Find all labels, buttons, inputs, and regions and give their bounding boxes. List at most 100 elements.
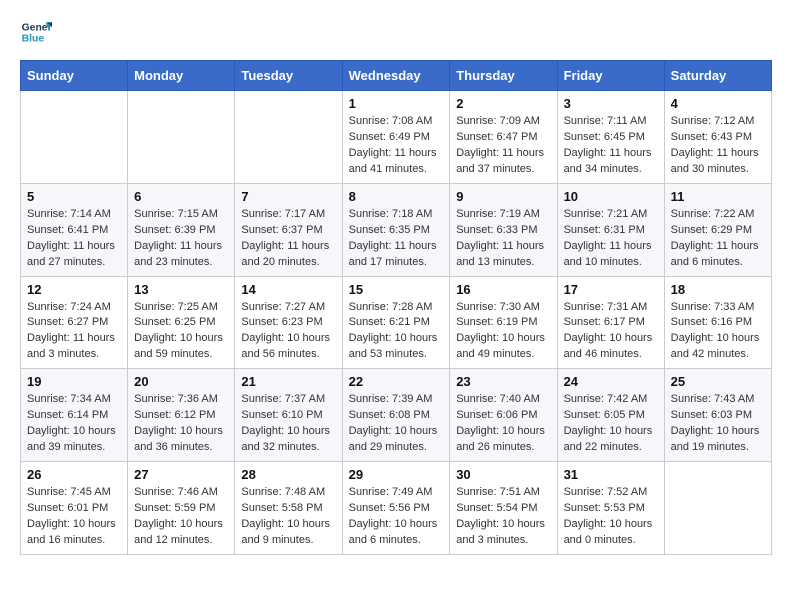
calendar-cell: 16 Sunrise: 7:30 AMSunset: 6:19 PMDayligh…	[450, 276, 557, 369]
logo: General Blue	[20, 16, 52, 48]
calendar-cell	[235, 91, 342, 184]
page-header: General Blue	[20, 16, 772, 48]
day-number: 31	[564, 467, 658, 482]
day-info: Sunrise: 7:48 AMSunset: 5:58 PMDaylight:…	[241, 485, 335, 549]
day-info: Sunrise: 7:51 AMSunset: 5:54 PMDaylight:…	[456, 485, 550, 549]
day-number: 8	[349, 189, 444, 204]
day-number: 15	[349, 282, 444, 297]
day-info: Sunrise: 7:31 AMSunset: 6:17 PMDaylight:…	[564, 300, 658, 364]
calendar-header-row: SundayMondayTuesdayWednesdayThursdayFrid…	[21, 61, 772, 91]
calendar-week-5: 26Sunrise: 7:45 AMSunset: 6:01 PMDayligh…	[21, 462, 772, 555]
day-number: 27	[134, 467, 228, 482]
logo-icon: General Blue	[20, 16, 52, 48]
day-info: Sunrise: 7:22 AMSunset: 6:29 PMDaylight:…	[671, 207, 765, 271]
calendar-cell: 30 Sunrise: 7:51 AMSunset: 5:54 PMDayligh…	[450, 462, 557, 555]
calendar-week-1: 1Sunrise: 7:08 AMSunset: 6:49 PMDaylight…	[21, 91, 772, 184]
calendar-cell: 13 Sunrise: 7:25 AMSunset: 6:25 PMDayligh…	[128, 276, 235, 369]
weekday-header-saturday: Saturday	[664, 61, 771, 91]
day-info: Sunrise: 7:24 AMSunset: 6:27 PMDaylight:…	[27, 300, 121, 364]
day-info: Sunrise: 7:52 AMSunset: 5:53 PMDaylight:…	[564, 485, 658, 549]
calendar-cell: 17 Sunrise: 7:31 AMSunset: 6:17 PMDayligh…	[557, 276, 664, 369]
day-info: Sunrise: 7:33 AMSunset: 6:16 PMDaylight:…	[671, 300, 765, 364]
day-number: 2	[456, 96, 550, 111]
calendar-cell: 7 Sunrise: 7:17 AMSunset: 6:37 PMDaylight…	[235, 183, 342, 276]
day-number: 22	[349, 374, 444, 389]
calendar-cell: 14Sunrise: 7:27 AMSunset: 6:23 PMDayligh…	[235, 276, 342, 369]
calendar-cell: 3 Sunrise: 7:11 AMSunset: 6:45 PMDaylight…	[557, 91, 664, 184]
calendar-week-4: 19 Sunrise: 7:34 AMSunset: 6:14 PMDayligh…	[21, 369, 772, 462]
day-number: 12	[27, 282, 121, 297]
weekday-header-wednesday: Wednesday	[342, 61, 450, 91]
day-info: Sunrise: 7:37 AMSunset: 6:10 PMDaylight:…	[241, 392, 335, 456]
day-number: 4	[671, 96, 765, 111]
day-info: Sunrise: 7:14 AMSunset: 6:41 PMDaylight:…	[27, 207, 121, 271]
day-info: Sunrise: 7:12 AMSunset: 6:43 PMDaylight:…	[671, 114, 765, 178]
day-number: 30	[456, 467, 550, 482]
day-info: Sunrise: 7:21 AMSunset: 6:31 PMDaylight:…	[564, 207, 658, 271]
day-number: 7	[241, 189, 335, 204]
calendar-cell: 6 Sunrise: 7:15 AMSunset: 6:39 PMDaylight…	[128, 183, 235, 276]
calendar-cell	[664, 462, 771, 555]
day-info: Sunrise: 7:42 AMSunset: 6:05 PMDaylight:…	[564, 392, 658, 456]
calendar-table: SundayMondayTuesdayWednesdayThursdayFrid…	[20, 60, 772, 555]
weekday-header-sunday: Sunday	[21, 61, 128, 91]
calendar-cell: 28 Sunrise: 7:48 AMSunset: 5:58 PMDayligh…	[235, 462, 342, 555]
day-info: Sunrise: 7:34 AMSunset: 6:14 PMDaylight:…	[27, 392, 121, 456]
weekday-header-friday: Friday	[557, 61, 664, 91]
day-number: 20	[134, 374, 228, 389]
calendar-cell: 1Sunrise: 7:08 AMSunset: 6:49 PMDaylight…	[342, 91, 450, 184]
day-number: 10	[564, 189, 658, 204]
calendar-cell: 9 Sunrise: 7:19 AMSunset: 6:33 PMDaylight…	[450, 183, 557, 276]
day-info: Sunrise: 7:43 AMSunset: 6:03 PMDaylight:…	[671, 392, 765, 456]
day-number: 9	[456, 189, 550, 204]
day-info: Sunrise: 7:15 AMSunset: 6:39 PMDaylight:…	[134, 207, 228, 271]
day-number: 6	[134, 189, 228, 204]
day-info: Sunrise: 7:11 AMSunset: 6:45 PMDaylight:…	[564, 114, 658, 178]
day-info: Sunrise: 7:40 AMSunset: 6:06 PMDaylight:…	[456, 392, 550, 456]
day-info: Sunrise: 7:27 AMSunset: 6:23 PMDaylight:…	[241, 300, 335, 364]
day-info: Sunrise: 7:36 AMSunset: 6:12 PMDaylight:…	[134, 392, 228, 456]
calendar-cell: 18 Sunrise: 7:33 AMSunset: 6:16 PMDayligh…	[664, 276, 771, 369]
calendar-cell: 8Sunrise: 7:18 AMSunset: 6:35 PMDaylight…	[342, 183, 450, 276]
calendar-cell: 19 Sunrise: 7:34 AMSunset: 6:14 PMDayligh…	[21, 369, 128, 462]
day-number: 25	[671, 374, 765, 389]
calendar-cell: 31 Sunrise: 7:52 AMSunset: 5:53 PMDayligh…	[557, 462, 664, 555]
day-number: 3	[564, 96, 658, 111]
day-number: 21	[241, 374, 335, 389]
calendar-cell: 23Sunrise: 7:40 AMSunset: 6:06 PMDayligh…	[450, 369, 557, 462]
calendar-cell: 26Sunrise: 7:45 AMSunset: 6:01 PMDayligh…	[21, 462, 128, 555]
day-number: 24	[564, 374, 658, 389]
day-number: 17	[564, 282, 658, 297]
calendar-cell: 2 Sunrise: 7:09 AMSunset: 6:47 PMDaylight…	[450, 91, 557, 184]
day-number: 11	[671, 189, 765, 204]
day-number: 5	[27, 189, 121, 204]
day-number: 16	[456, 282, 550, 297]
day-info: Sunrise: 7:17 AMSunset: 6:37 PMDaylight:…	[241, 207, 335, 271]
day-number: 18	[671, 282, 765, 297]
calendar-cell: 29 Sunrise: 7:49 AMSunset: 5:56 PMDayligh…	[342, 462, 450, 555]
calendar-cell: 15 Sunrise: 7:28 AMSunset: 6:21 PMDayligh…	[342, 276, 450, 369]
day-number: 28	[241, 467, 335, 482]
calendar-cell: 4 Sunrise: 7:12 AMSunset: 6:43 PMDaylight…	[664, 91, 771, 184]
calendar-cell: 20 Sunrise: 7:36 AMSunset: 6:12 PMDayligh…	[128, 369, 235, 462]
day-info: Sunrise: 7:45 AMSunset: 6:01 PMDaylight:…	[27, 485, 121, 549]
calendar-cell: 25 Sunrise: 7:43 AMSunset: 6:03 PMDayligh…	[664, 369, 771, 462]
day-number: 19	[27, 374, 121, 389]
calendar-cell: 27Sunrise: 7:46 AMSunset: 5:59 PMDayligh…	[128, 462, 235, 555]
calendar-cell	[21, 91, 128, 184]
day-info: Sunrise: 7:25 AMSunset: 6:25 PMDaylight:…	[134, 300, 228, 364]
day-info: Sunrise: 7:19 AMSunset: 6:33 PMDaylight:…	[456, 207, 550, 271]
calendar-cell: 10 Sunrise: 7:21 AMSunset: 6:31 PMDayligh…	[557, 183, 664, 276]
svg-text:Blue: Blue	[22, 34, 45, 45]
day-info: Sunrise: 7:08 AMSunset: 6:49 PMDaylight:…	[349, 114, 444, 178]
day-info: Sunrise: 7:30 AMSunset: 6:19 PMDaylight:…	[456, 300, 550, 364]
day-info: Sunrise: 7:28 AMSunset: 6:21 PMDaylight:…	[349, 300, 444, 364]
calendar-cell: 21 Sunrise: 7:37 AMSunset: 6:10 PMDayligh…	[235, 369, 342, 462]
calendar-cell: 24 Sunrise: 7:42 AMSunset: 6:05 PMDayligh…	[557, 369, 664, 462]
day-number: 13	[134, 282, 228, 297]
calendar-cell: 11 Sunrise: 7:22 AMSunset: 6:29 PMDayligh…	[664, 183, 771, 276]
day-info: Sunrise: 7:49 AMSunset: 5:56 PMDaylight:…	[349, 485, 444, 549]
weekday-header-tuesday: Tuesday	[235, 61, 342, 91]
day-info: Sunrise: 7:09 AMSunset: 6:47 PMDaylight:…	[456, 114, 550, 178]
day-number: 29	[349, 467, 444, 482]
